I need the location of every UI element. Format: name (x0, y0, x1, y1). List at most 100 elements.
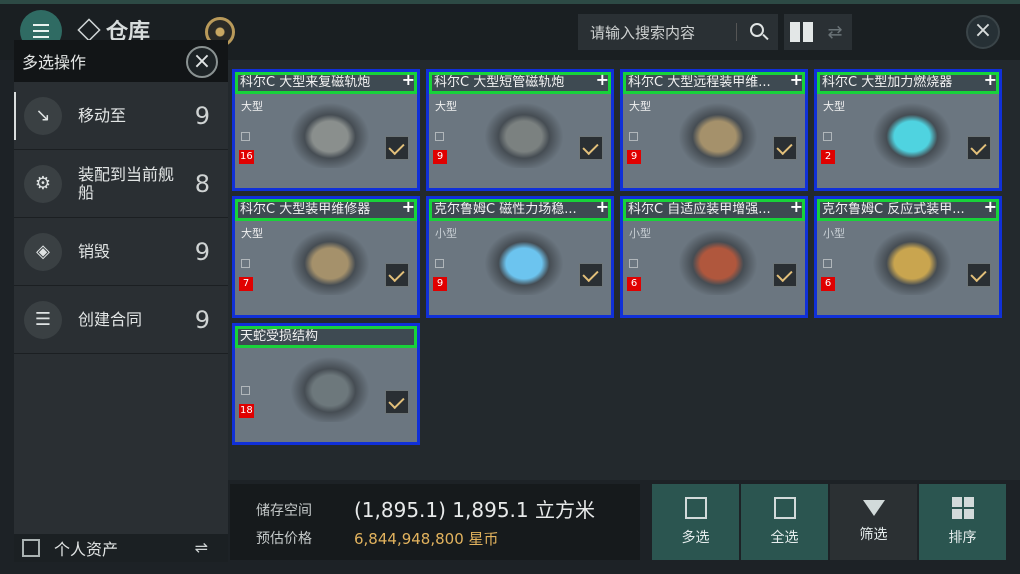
module-image (673, 225, 763, 295)
view-toggle[interactable]: ⇄ (784, 14, 852, 50)
multi-select-button[interactable]: 多选 (652, 484, 739, 560)
item-quantity: 7 (239, 277, 253, 291)
item-card[interactable]: 科尔C 大型来复磁轨炮 + 大型 16 (232, 69, 420, 191)
search-input[interactable]: 请输入搜索内容 (578, 14, 778, 50)
close-icon[interactable]: × (966, 15, 1000, 49)
filter-label: 筛选 (859, 527, 888, 543)
action-count: 9 (194, 306, 210, 334)
add-icon[interactable]: + (402, 199, 415, 215)
add-icon[interactable]: + (596, 72, 609, 88)
item-quantity: 6 (627, 277, 641, 291)
multi-select-panel: 多选操作 × ↘ 移动至 9 ⚙ 装配到当前舰船 8 ◈ 销毁 9 ☰ 创建合同… (14, 40, 228, 534)
selected-checkbox[interactable] (773, 263, 797, 287)
item-size: 大型 (435, 100, 457, 113)
panel-title: 多选操作 (22, 53, 87, 72)
action-fit-to-ship[interactable]: ⚙ 装配到当前舰船 8 (14, 150, 228, 218)
item-name: 科尔C 大型短管磁轨炮 (429, 72, 611, 94)
item-name: 科尔C 大型加力燃烧器 (817, 72, 999, 94)
item-card[interactable]: 科尔C 自适应装甲增强... + 小型 6 (620, 196, 808, 318)
item-quantity: 6 (821, 277, 835, 291)
selected-checkbox[interactable] (773, 136, 797, 160)
lock-icon (629, 132, 638, 141)
item-name: 科尔C 自适应装甲增强... (623, 199, 805, 221)
module-image (285, 225, 375, 295)
item-card[interactable]: 克尔鲁姆C 磁性力场稳... + 小型 9 (426, 196, 614, 318)
sort-label: 排序 (948, 530, 977, 546)
module-image (673, 98, 763, 168)
destroy-icon: ◈ (24, 233, 62, 271)
multi-select-icon (684, 497, 707, 519)
action-label: 创建合同 (78, 309, 143, 329)
action-count: 9 (194, 102, 210, 130)
select-all-button[interactable]: 全选 (741, 484, 828, 560)
personal-assets-bar[interactable]: 个人资产 ⇌ (14, 534, 228, 562)
lock-icon (241, 132, 250, 141)
selected-checkbox[interactable] (385, 263, 409, 287)
personal-assets-label: 个人资产 (54, 540, 119, 559)
module-image (285, 98, 375, 168)
item-size: 大型 (241, 227, 263, 240)
storage-info: 储存空间 (1,895.1) 1,895.1 立方米 预估价格 6,844,94… (230, 484, 640, 560)
module-image (479, 98, 569, 168)
item-name: 克尔鲁姆C 反应式装甲... (817, 199, 999, 221)
add-icon[interactable]: + (402, 72, 415, 88)
item-quantity: 9 (433, 277, 447, 291)
assets-icon (22, 539, 40, 557)
lock-icon (823, 259, 832, 268)
grid-view-icon[interactable] (784, 14, 818, 50)
item-card[interactable]: 克尔鲁姆C 反应式装甲... + 小型 6 (814, 196, 1002, 318)
filter-icon (862, 500, 885, 516)
module-image (867, 225, 957, 295)
item-card[interactable]: 天蛇受损结构 18 (232, 323, 420, 445)
action-label: 移动至 (78, 105, 127, 125)
multi-select-label: 多选 (681, 530, 710, 546)
search-icon[interactable] (750, 23, 764, 37)
fit-ship-icon: ⚙ (24, 165, 62, 203)
add-icon[interactable]: + (790, 199, 803, 215)
sort-button[interactable]: 排序 (919, 484, 1006, 560)
swap-view-icon[interactable]: ⇄ (818, 14, 852, 50)
add-icon[interactable]: + (790, 72, 803, 88)
switch-icon[interactable]: ⇌ (195, 538, 208, 557)
action-label: 装配到当前舰船 (78, 164, 175, 202)
lock-icon (241, 259, 250, 268)
selected-checkbox[interactable] (967, 263, 991, 287)
item-card[interactable]: 科尔C 大型加力燃烧器 + 大型 2 (814, 69, 1002, 191)
add-icon[interactable]: + (596, 199, 609, 215)
selected-checkbox[interactable] (385, 390, 409, 414)
warehouse-icon (77, 18, 101, 42)
panel-close-icon[interactable]: × (186, 46, 218, 78)
search-divider (736, 23, 737, 41)
action-destroy[interactable]: ◈ 销毁 9 (14, 218, 228, 286)
lock-icon (435, 132, 444, 141)
lock-icon (435, 259, 444, 268)
selected-checkbox[interactable] (579, 136, 603, 160)
item-size: 小型 (823, 227, 845, 240)
item-quantity: 16 (239, 150, 254, 164)
lock-icon (629, 259, 638, 268)
filter-button[interactable]: 筛选 (830, 484, 917, 560)
lock-icon (823, 132, 832, 141)
item-card[interactable]: 科尔C 大型远程装甲维... + 大型 9 (620, 69, 808, 191)
action-create-contract[interactable]: ☰ 创建合同 9 (14, 286, 228, 354)
storage-space-value: (1,895.1) 1,895.1 立方米 (354, 498, 595, 522)
selected-checkbox[interactable] (967, 136, 991, 160)
item-size: 大型 (823, 100, 845, 113)
add-icon[interactable]: + (984, 199, 997, 215)
select-all-label: 全选 (770, 530, 799, 546)
add-icon[interactable]: + (984, 72, 997, 88)
item-card[interactable]: 科尔C 大型短管磁轨炮 + 大型 9 (426, 69, 614, 191)
move-icon: ↘ (24, 97, 62, 135)
storage-space-label: 储存空间 (256, 503, 312, 519)
item-name: 科尔C 大型远程装甲维... (623, 72, 805, 94)
estimated-price-label: 预估价格 (256, 531, 312, 547)
item-name: 克尔鲁姆C 磁性力场稳... (429, 199, 611, 221)
selected-checkbox[interactable] (385, 136, 409, 160)
action-label: 销毁 (78, 241, 111, 261)
action-move-to[interactable]: ↘ 移动至 9 (14, 82, 228, 150)
item-card[interactable]: 科尔C 大型装甲维修器 + 大型 7 (232, 196, 420, 318)
item-name: 天蛇受损结构 (235, 326, 417, 348)
item-quantity: 2 (821, 150, 835, 164)
selected-checkbox[interactable] (579, 263, 603, 287)
action-count: 8 (194, 170, 210, 198)
